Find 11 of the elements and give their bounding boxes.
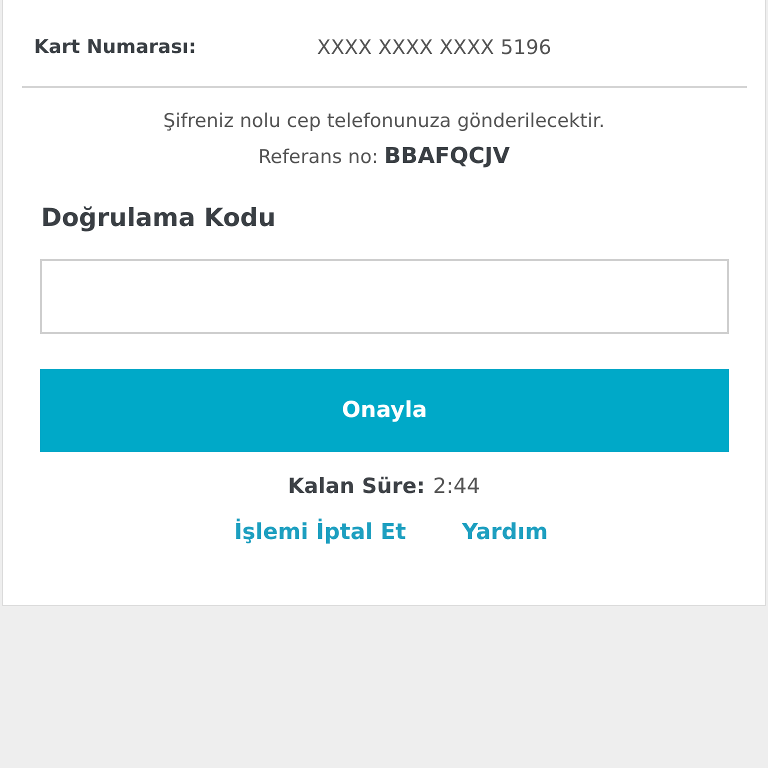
info-text: Şifreniz nolu cep telefonunuza gönderilecektir.: [162, 110, 606, 132]
link[interactable]: Yardım: [462, 520, 548, 545]
code-input-field[interactable]: [40, 259, 729, 334]
detail-label: Kart Numarası:: [34, 36, 198, 58]
field-label: Doğrulama Kodu: [41, 203, 277, 232]
confirm-button[interactable]: Onayla: [40, 369, 729, 452]
timer-value: 2:44: [432, 474, 480, 498]
timer-label: Kalan Süre:: [288, 474, 425, 498]
reference-text: Referans no: BBAFQCJV: [257, 144, 511, 169]
link[interactable]: İşlemi İptal Et: [234, 520, 406, 545]
detail-value: XXXX XXXX XXXX 5196: [317, 35, 552, 59]
